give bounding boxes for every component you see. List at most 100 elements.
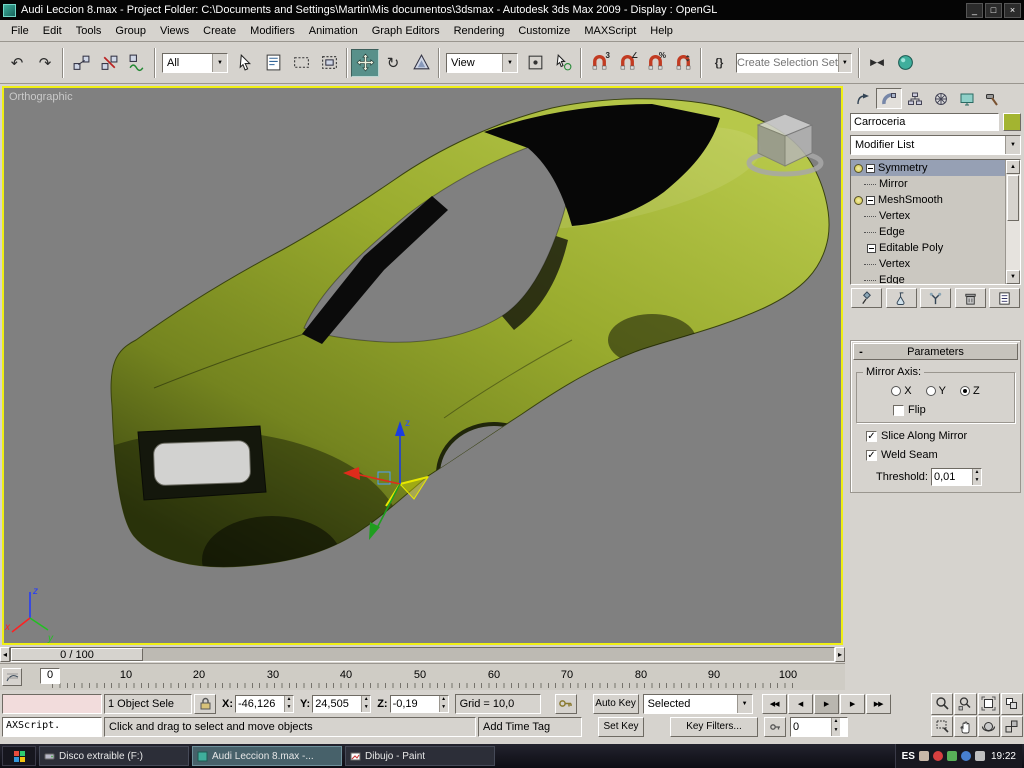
show-end-result-button[interactable]	[885, 288, 917, 308]
maxscript-listener-output[interactable]	[2, 693, 102, 714]
tab-modify[interactable]	[876, 88, 902, 109]
expand-toggle-icon[interactable]	[866, 195, 875, 205]
dropdown-arrow-icon[interactable]: ▼	[212, 53, 227, 72]
menu-edit[interactable]: Edit	[36, 23, 69, 39]
selection-filter-dropdown[interactable]: All ▼	[162, 52, 228, 73]
next-frame-button[interactable]: ▶	[839, 693, 865, 714]
stack-item-editable-poly[interactable]: Editable Poly	[851, 240, 1005, 256]
key-filter-set-dropdown[interactable]: Selected ▼	[642, 693, 753, 714]
key-mode-toggle[interactable]	[764, 716, 786, 737]
key-filters-button[interactable]: Key Filters...	[670, 716, 758, 737]
visibility-bulb-icon[interactable]	[854, 195, 863, 205]
previous-frame-button[interactable]: ◀	[787, 693, 813, 714]
spinner-arrows[interactable]: ▲ ▼	[361, 695, 371, 712]
select-and-scale-button[interactable]	[407, 48, 435, 77]
menu-group[interactable]: Group	[108, 23, 153, 39]
unlink-selection-button[interactable]	[95, 48, 123, 77]
threshold-field[interactable]	[931, 469, 972, 485]
object-color-swatch[interactable]	[1003, 113, 1021, 131]
use-pivot-point-center-button[interactable]	[521, 48, 549, 77]
zoom-all-button[interactable]	[954, 693, 977, 715]
viewport-label[interactable]: Orthographic	[9, 91, 73, 103]
selection-lock-toggle[interactable]	[194, 693, 216, 714]
time-slider-handle[interactable]: 0 / 100	[11, 648, 143, 661]
start-button[interactable]	[2, 746, 36, 766]
select-and-manipulate-button[interactable]	[549, 48, 577, 77]
menu-customize[interactable]: Customize	[511, 23, 577, 39]
tray-antivirus-icon[interactable]	[932, 751, 943, 761]
slice-along-mirror-checkbox[interactable]: ✓ Slice Along Mirror	[856, 430, 1015, 442]
go-to-start-button[interactable]: ◀◀	[761, 693, 787, 714]
select-by-name-button[interactable]	[259, 48, 287, 77]
zoom-region-button[interactable]	[931, 715, 954, 737]
stack-scrollbar[interactable]: ▲ ▼	[1005, 160, 1020, 284]
x-coordinate-field[interactable]	[236, 695, 284, 712]
select-object-button[interactable]	[231, 48, 259, 77]
scroll-down-icon[interactable]: ▼	[1006, 270, 1020, 284]
menu-maxscript[interactable]: MAXScript	[577, 23, 643, 39]
rectangular-selection-region-button[interactable]	[287, 48, 315, 77]
menu-help[interactable]: Help	[643, 23, 680, 39]
tab-create[interactable]	[850, 88, 876, 109]
parameters-rollout-header[interactable]: - Parameters	[853, 343, 1018, 360]
stack-item-mirror[interactable]: Mirror	[851, 176, 1005, 192]
mirror-axis-z-radio[interactable]: Z	[959, 385, 980, 397]
expand-toggle-icon[interactable]	[867, 243, 876, 253]
angle-snap-toggle-button[interactable]: ∠	[613, 48, 641, 77]
menu-file[interactable]: File	[4, 23, 36, 39]
mini-curve-editor-button[interactable]	[2, 668, 22, 686]
menu-animation[interactable]: Animation	[302, 23, 365, 39]
add-time-tag[interactable]: Add Time Tag	[478, 716, 582, 737]
task-3dsmax[interactable]: Audi Leccion 8.max -...	[192, 746, 342, 766]
menu-graph-editors[interactable]: Graph Editors	[365, 23, 447, 39]
slider-right-arrow[interactable]: ▸	[835, 647, 845, 662]
stack-item-meshsmooth[interactable]: MeshSmooth	[851, 192, 1005, 208]
language-indicator[interactable]: ES	[902, 751, 915, 762]
tray-keyboard-icon[interactable]	[918, 751, 929, 761]
spinner-arrows[interactable]: ▲ ▼	[831, 717, 840, 736]
reference-coordinate-system-dropdown[interactable]: View ▼	[446, 52, 518, 73]
maximize-button[interactable]: □	[985, 2, 1002, 18]
arc-rotate-button[interactable]	[977, 715, 1000, 737]
auto-key-button[interactable]: Auto Key	[592, 693, 639, 714]
tab-display[interactable]	[954, 88, 980, 109]
tray-network-icon[interactable]	[946, 751, 957, 761]
visibility-bulb-icon[interactable]	[854, 163, 863, 173]
tab-motion[interactable]	[928, 88, 954, 109]
snap-toggle-3d-button[interactable]: 3	[585, 48, 613, 77]
tray-display-icon[interactable]	[960, 751, 971, 761]
zoom-extents-all-button[interactable]	[1000, 693, 1023, 715]
dropdown-arrow-icon[interactable]: ▼	[1005, 136, 1020, 154]
select-and-link-button[interactable]	[67, 48, 95, 77]
maxscript-listener-input[interactable]: AXScript.	[2, 716, 102, 737]
keyboard-override-toggle[interactable]	[554, 693, 577, 714]
stack-item-vertex[interactable]: Vertex	[851, 256, 1005, 272]
time-slider-track[interactable]: 0 / 100	[10, 647, 835, 662]
set-key-button[interactable]: Set Key	[598, 716, 644, 737]
select-and-move-button[interactable]	[351, 48, 379, 77]
object-name-field[interactable]	[851, 114, 998, 130]
menu-modifiers[interactable]: Modifiers	[243, 23, 302, 39]
undo-button[interactable]: ↶	[3, 48, 31, 77]
tray-volume-icon[interactable]	[974, 751, 985, 761]
y-coordinate-field[interactable]	[313, 695, 362, 712]
edit-named-selection-sets-button[interactable]: {}	[705, 48, 733, 77]
percent-snap-toggle-button[interactable]: %	[641, 48, 669, 77]
zoom-button[interactable]	[931, 693, 954, 715]
menu-views[interactable]: Views	[153, 23, 196, 39]
mirror-axis-x-radio[interactable]: X	[891, 385, 912, 397]
spinner-arrows[interactable]: ▲ ▼	[438, 695, 448, 712]
mirror-axis-y-radio[interactable]: Y	[925, 385, 946, 397]
menu-tools[interactable]: Tools	[69, 23, 109, 39]
play-animation-button[interactable]: ▶	[813, 693, 839, 714]
bind-to-space-warp-button[interactable]	[123, 48, 151, 77]
z-coordinate-field[interactable]	[390, 695, 439, 712]
go-to-end-button[interactable]: ▶▶	[865, 693, 891, 714]
remove-modifier-button[interactable]	[954, 288, 986, 308]
named-selection-sets-combo[interactable]: ▼	[736, 52, 852, 73]
named-selection-sets-input[interactable]	[737, 56, 838, 69]
car-model[interactable]	[14, 98, 830, 643]
dropdown-arrow-icon[interactable]: ▼	[837, 53, 851, 72]
material-editor-button[interactable]	[891, 48, 919, 77]
current-frame-marker[interactable]: 0	[40, 668, 60, 684]
